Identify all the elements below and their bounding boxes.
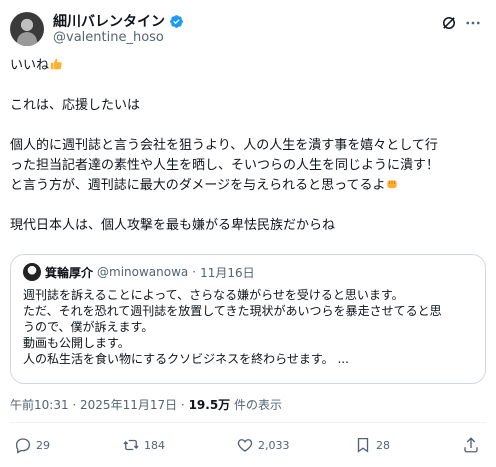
grok-icon[interactable] (440, 14, 458, 32)
more-icon[interactable] (464, 14, 482, 32)
repost-icon (123, 439, 139, 451)
views-label: 件の表示 (230, 398, 282, 412)
author-display-name[interactable]: 細川バレンタイン (53, 11, 165, 31)
like-count: 2,033 (258, 438, 290, 452)
quoted-author-handle: @minowanowa (97, 265, 189, 279)
author-name-row: 細川バレンタイン (53, 12, 184, 30)
quoted-post[interactable]: 箕輪厚介 @minowanowa · 11月16日 週刊誌を訴えることによって、… (10, 254, 486, 384)
like-button[interactable]: 2,033 (236, 432, 290, 458)
share-button[interactable] (462, 432, 480, 458)
reply-icon (15, 438, 31, 454)
quoted-line: ただ、それを恐れて週刊誌を放置してきた現状があいつらを暴走させてると思 (23, 304, 442, 318)
share-icon (464, 437, 478, 453)
reply-button[interactable]: 29 (14, 432, 50, 458)
post-line: いいね (10, 56, 486, 76)
post-header: 細川バレンタイン @valentine_hoso (10, 8, 486, 48)
post-text-line1: いいね (10, 58, 50, 73)
repost-button[interactable]: 184 (122, 432, 165, 458)
quoted-author-avatar (23, 263, 41, 281)
post-para1-line: った担当記者達の素性や人生を晒し、そいつらの人生を同じように潰す！ (10, 158, 440, 173)
verified-badge-icon (170, 14, 183, 28)
post-para2: 現代日本人は、個人攻撃を最も嫌がる卑怯民族だからね (10, 218, 336, 233)
post-timestamp[interactable]: 午前10:31 · 2025年11月17日 · (10, 398, 189, 412)
views-count: 19.5万 (188, 398, 231, 412)
post-para1-line: と言う方が、週刊誌に最大のダメージを与えられると思ってるよ (10, 176, 486, 196)
quoted-line: 人の私生活を食い物にするクソビジネスを終わらせます。 ... (23, 352, 349, 366)
bookmark-button[interactable]: 28 (354, 432, 390, 458)
post-meta: 午前10:31 · 2025年11月17日 · 19.5万 件の表示 (10, 396, 282, 413)
post-para1-line-text: と言う方が、週刊誌に最大のダメージを与えられると思ってるよ (10, 178, 386, 193)
author-handle[interactable]: @valentine_hoso (53, 30, 164, 45)
action-bar: 29 184 2,033 28 (10, 432, 486, 458)
author-avatar[interactable] (10, 12, 44, 46)
divider (10, 422, 486, 423)
quoted-date: 11月16日 (200, 265, 255, 280)
post-body: いいね これは、応援したいは 個人的に週刊誌と言う会社を狙うより、人の人生を潰す… (10, 56, 486, 236)
bookmark-count: 28 (376, 438, 390, 452)
quoted-line: 動画も公開します。 (23, 336, 130, 350)
quoted-line: うので、僕が訴えます。 (23, 320, 154, 334)
quoted-post-header: 箕輪厚介 @minowanowa · 11月16日 (23, 263, 255, 281)
like-icon (237, 439, 253, 452)
thumbs-up-emoji (50, 58, 62, 70)
quoted-separator: · (192, 265, 197, 279)
quoted-post-body: 週刊誌を訴えることによって、さらなる嫌がらせを受けると思います。 ただ、それを恐… (23, 287, 479, 367)
reply-count: 29 (36, 438, 50, 452)
repost-count: 184 (144, 438, 165, 452)
quoted-line: 週刊誌を訴えることによって、さらなる嫌がらせを受けると思います。 (23, 288, 404, 302)
quoted-author-name: 箕輪厚介 (45, 265, 94, 280)
bookmark-icon (357, 437, 369, 453)
fist-emoji (387, 180, 398, 189)
post-para1-line: 個人的に週刊誌と言う会社を狙うより、人の人生を潰す事を嬉々として行 (10, 138, 438, 153)
post-text-line2: これは、応援したいは (10, 98, 141, 113)
